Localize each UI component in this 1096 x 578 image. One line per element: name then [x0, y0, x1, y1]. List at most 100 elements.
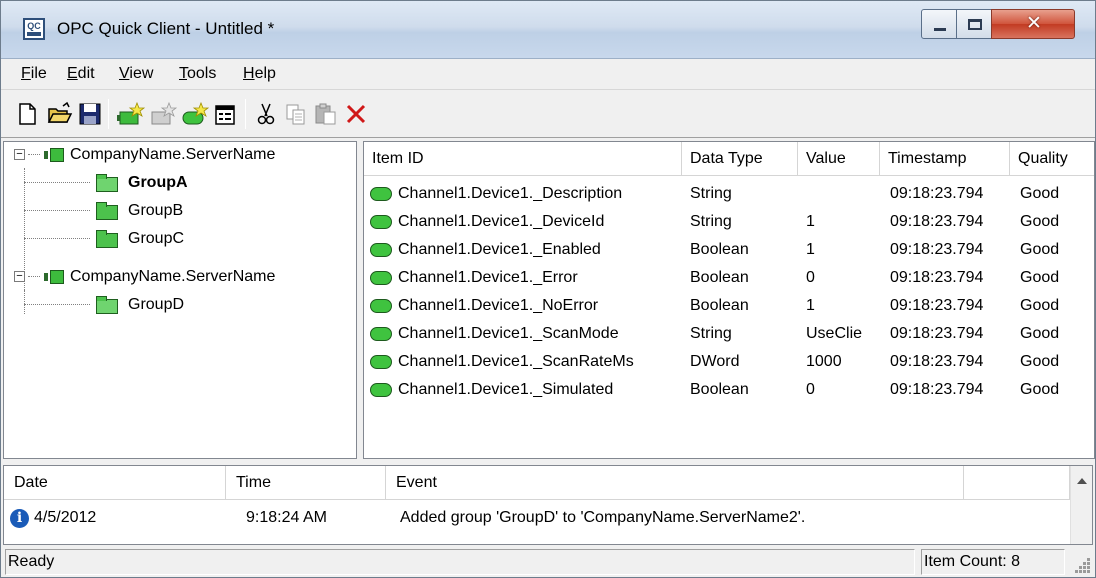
open-folder-icon	[96, 296, 118, 314]
toolbar-separator	[245, 99, 246, 129]
menu-help[interactable]: Help	[243, 65, 276, 83]
event-message: Added group 'GroupD' to 'CompanyName.Ser…	[400, 509, 806, 526]
copy-icon[interactable]	[283, 101, 309, 127]
open-folder-icon[interactable]	[47, 101, 73, 127]
column-header-blank[interactable]	[964, 466, 1070, 500]
server-icon	[44, 147, 64, 163]
table-row[interactable]: Channel1.Device1._DeviceId String 1 09:18:2…	[364, 208, 1094, 236]
timestamp-cell: 09:18:23.794	[890, 381, 984, 398]
menu-tools[interactable]: Tools	[179, 65, 216, 83]
column-header-timestamp[interactable]: Timestamp	[880, 142, 1010, 176]
column-header-value[interactable]: Value	[798, 142, 880, 176]
tag-icon	[370, 327, 392, 341]
tag-icon	[370, 271, 392, 285]
quality-cell: Good	[1020, 269, 1060, 286]
event-time: 9:18:24 AM	[246, 509, 327, 526]
data-type-cell: String	[690, 325, 732, 342]
column-header-time[interactable]: Time	[226, 466, 386, 500]
server-tree[interactable]: − CompanyName.ServerName GroupA GroupB G…	[3, 141, 357, 459]
new-server-connection-icon[interactable]	[117, 101, 146, 127]
tree-group-label: GroupA	[128, 174, 188, 191]
app-icon[interactable]: QC	[23, 18, 45, 40]
title-bar[interactable]: QC OPC Quick Client - Untitled * ✕	[1, 1, 1095, 59]
maximize-icon	[968, 19, 982, 30]
quality-cell: Good	[1020, 381, 1060, 398]
tree-group-node[interactable]: GroupA	[4, 170, 354, 196]
table-row[interactable]: Channel1.Device1._NoError Boolean 1 09:18:2…	[364, 292, 1094, 320]
resize-grip-icon[interactable]	[1075, 558, 1091, 574]
value-cell: 1000	[806, 353, 842, 370]
table-row[interactable]: Channel1.Device1._ScanMode String UseClie 0…	[364, 320, 1094, 348]
items-list[interactable]: Item ID Data Type Value Timestamp Qualit…	[363, 141, 1095, 459]
quality-cell: Good	[1020, 241, 1060, 258]
minimize-button[interactable]	[921, 9, 957, 39]
tree-server-node[interactable]: − CompanyName.ServerName	[4, 142, 354, 168]
timestamp-cell: 09:18:23.794	[890, 325, 984, 342]
save-icon[interactable]	[77, 101, 103, 127]
toolbar-separator	[108, 99, 109, 129]
menu-bar: File Edit View Tools Help	[1, 60, 1095, 90]
table-row[interactable]: Channel1.Device1._Error Boolean 0 09:18:23.…	[364, 264, 1094, 292]
info-icon: i	[10, 509, 29, 528]
table-row[interactable]: Channel1.Device1._ScanRateMs DWord 1000 09:…	[364, 348, 1094, 376]
paste-icon[interactable]	[313, 101, 339, 127]
tree-server-label: CompanyName.ServerName	[70, 146, 276, 163]
table-row[interactable]: Channel1.Device1._Description String 09:18…	[364, 180, 1094, 208]
properties-icon[interactable]	[213, 101, 239, 127]
value-cell: UseClie	[806, 325, 863, 342]
collapse-icon[interactable]: −	[14, 271, 25, 282]
close-button[interactable]: ✕	[991, 9, 1075, 39]
item-id-cell: Channel1.Device1._Simulated	[398, 381, 614, 398]
item-count: Item Count: 8	[921, 549, 1065, 575]
quality-cell: Good	[1020, 297, 1060, 314]
delete-icon[interactable]	[343, 101, 369, 127]
item-id-cell: Channel1.Device1._ScanRateMs	[398, 353, 634, 370]
timestamp-cell: 09:18:23.794	[890, 185, 984, 202]
data-type-cell: Boolean	[690, 241, 749, 258]
new-file-icon[interactable]	[15, 101, 41, 127]
close-icon: ✕	[1026, 13, 1042, 34]
open-folder-icon	[96, 174, 118, 192]
column-header-date[interactable]: Date	[4, 466, 226, 500]
tag-icon	[370, 383, 392, 397]
scroll-up-icon[interactable]	[1077, 478, 1087, 484]
tree-group-label: GroupD	[128, 296, 185, 313]
tree-group-node[interactable]: GroupB	[4, 198, 354, 224]
column-header-quality[interactable]: Quality	[1010, 142, 1094, 176]
item-id-cell: Channel1.Device1._Error	[398, 269, 578, 286]
event-log[interactable]: Date Time Event i 4/5/2012 9:18:24 AM Ad…	[3, 465, 1093, 545]
value-cell: 0	[806, 269, 815, 286]
server-icon	[44, 269, 64, 285]
data-type-cell: String	[690, 213, 732, 230]
folder-icon	[96, 202, 118, 220]
quality-cell: Good	[1020, 185, 1060, 202]
data-type-cell: DWord	[690, 353, 740, 370]
new-group-icon[interactable]	[149, 101, 178, 127]
cut-icon[interactable]	[253, 101, 279, 127]
tree-group-label: GroupB	[128, 202, 184, 219]
new-item-icon[interactable]	[181, 101, 210, 127]
quality-cell: Good	[1020, 353, 1060, 370]
value-cell: 0	[806, 381, 815, 398]
menu-edit[interactable]: Edit	[67, 65, 95, 83]
item-id-cell: Channel1.Device1._Enabled	[398, 241, 601, 258]
column-header-event[interactable]: Event	[386, 466, 964, 500]
tag-icon	[370, 299, 392, 313]
maximize-button[interactable]	[956, 9, 992, 39]
tree-group-node[interactable]: GroupC	[4, 226, 354, 252]
toolbar	[1, 91, 1095, 138]
application-window: QC OPC Quick Client - Untitled * ✕ File …	[0, 0, 1096, 578]
column-header-data-type[interactable]: Data Type	[682, 142, 798, 176]
tree-server-node[interactable]: − CompanyName.ServerName	[4, 264, 354, 290]
table-row[interactable]: Channel1.Device1._Simulated Boolean 0 09:18…	[364, 376, 1094, 404]
table-row[interactable]: Channel1.Device1._Enabled Boolean 1 09:18:2…	[364, 236, 1094, 264]
event-log-scrollbar[interactable]	[1070, 466, 1092, 544]
quality-cell: Good	[1020, 213, 1060, 230]
collapse-icon[interactable]: −	[14, 149, 25, 160]
tag-icon	[370, 243, 392, 257]
tree-group-node[interactable]: GroupD	[4, 292, 354, 318]
value-cell: 1	[806, 213, 815, 230]
menu-file[interactable]: File	[21, 65, 47, 83]
menu-view[interactable]: View	[119, 65, 153, 83]
column-header-item-id[interactable]: Item ID	[364, 142, 682, 176]
